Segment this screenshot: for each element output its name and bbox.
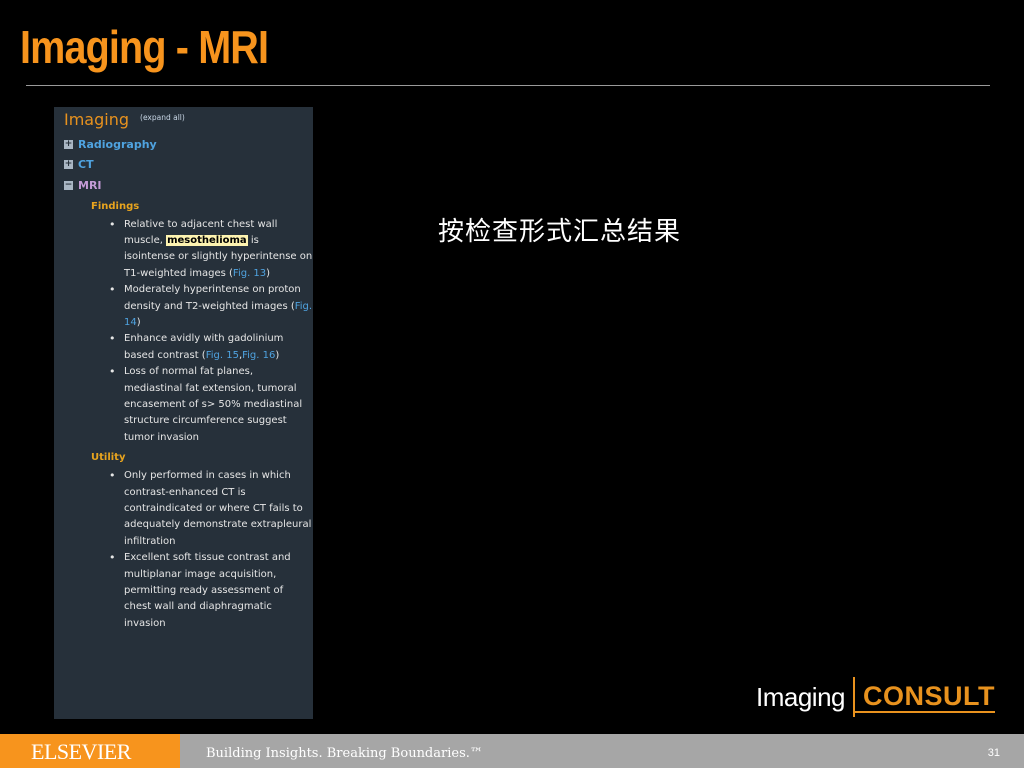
tree-label-radiography[interactable]: Radiography [78, 138, 157, 151]
finding-text: ) [275, 349, 280, 361]
tree-item-ct[interactable]: + CT [64, 155, 313, 176]
finding-text: ) [266, 267, 271, 279]
page-number: 31 [987, 747, 1000, 759]
tree-item-mri[interactable]: − MRI [64, 175, 313, 196]
logo-imaging-text: Imaging [756, 681, 846, 712]
summary-text: 按检查形式汇总结果 [438, 217, 682, 247]
collapse-minus-icon[interactable]: − [64, 180, 73, 190]
logo-consult-text: CONSULT [855, 681, 995, 713]
tree-label-mri[interactable]: MRI [78, 179, 102, 192]
findings-heading: Findings [91, 200, 140, 212]
finding-text: Moderately hyperintense on proton densit… [124, 284, 301, 312]
panel-header: Imaging (expand all) [64, 110, 313, 134]
expand-all-link[interactable]: (expand all) [140, 113, 185, 122]
list-item: Relative to adjacent chest wall muscle, … [109, 217, 313, 283]
panel-title: Imaging [64, 110, 130, 129]
utility-heading: Utility [91, 452, 126, 464]
findings-list: Relative to adjacent chest wall muscle, … [64, 217, 313, 447]
tree-item-radiography[interactable]: + Radiography [64, 134, 313, 155]
footer-brand-box: ELSEVIER [0, 734, 180, 768]
title-divider [26, 85, 990, 86]
list-item: Loss of normal fat planes, mediastinal f… [109, 364, 313, 446]
list-item: Enhance avidly with gadolinium based con… [109, 331, 313, 364]
list-item: Only performed in cases in which contras… [109, 468, 313, 550]
imaging-consult-logo: Imaging CONSULT [756, 676, 995, 718]
finding-text: Loss of normal fat planes, mediastinal f… [124, 366, 303, 443]
slide-title: Imaging - MRI [20, 21, 269, 73]
list-item: Excellent soft tissue contrast and multi… [109, 550, 313, 632]
footer-tagline: Building Insights. Breaking Boundaries.™ [206, 746, 483, 761]
utility-list: Only performed in cases in which contras… [64, 468, 313, 632]
tree-label-ct[interactable]: CT [78, 158, 94, 171]
expand-plus-icon[interactable]: + [64, 139, 73, 149]
highlighted-term: mesothelioma [166, 234, 248, 246]
elsevier-logo: ELSEVIER [31, 739, 131, 764]
imaging-panel: Imaging (expand all) + Radiography + CT … [54, 107, 313, 719]
fig-13-link[interactable]: Fig. 13 [233, 268, 266, 279]
list-item: Moderately hyperintense on proton densit… [109, 282, 313, 331]
footer-bar: ELSEVIER Building Insights. Breaking Bou… [0, 734, 1024, 768]
fig-15-link[interactable]: Fig. 15 [206, 350, 239, 361]
finding-text: ) [136, 316, 141, 328]
fig-16-link[interactable]: Fig. 16 [242, 350, 275, 361]
expand-plus-icon[interactable]: + [64, 160, 73, 170]
